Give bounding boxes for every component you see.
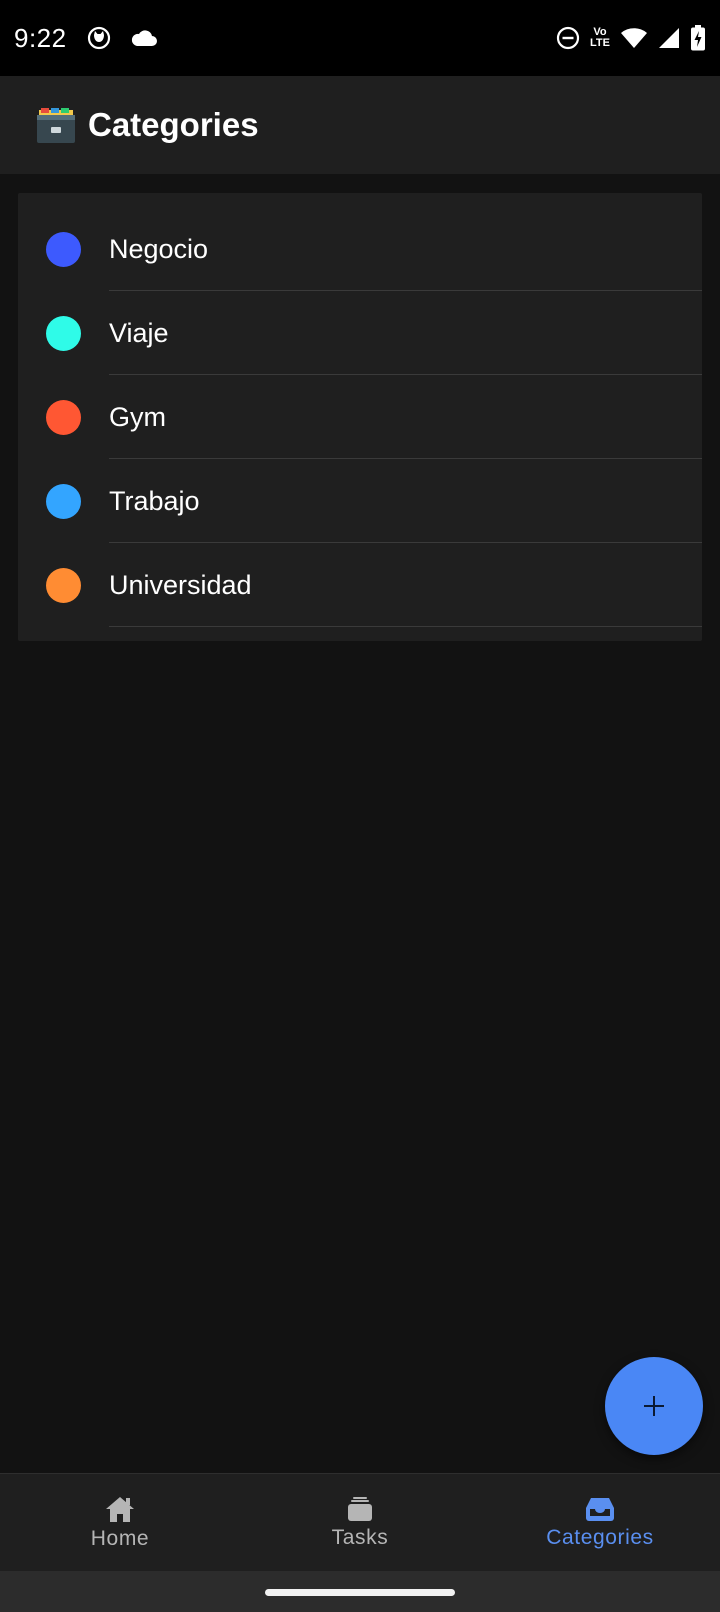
list-item-negocio[interactable]: Negocio — [18, 207, 702, 291]
category-color-dot — [46, 567, 81, 603]
list-item-trabajo[interactable]: Trabajo — [18, 459, 702, 543]
status-left: 9:22 — [14, 23, 157, 54]
category-label: Gym — [109, 401, 166, 432]
cloud-icon — [131, 29, 157, 47]
category-label: Trabajo — [109, 485, 200, 516]
nav-item-home[interactable]: Home — [0, 1474, 240, 1571]
category-color-dot — [46, 231, 81, 267]
card-file-box-icon — [36, 106, 76, 144]
category-label: Viaje — [109, 317, 169, 348]
plus-icon — [642, 1394, 666, 1418]
nav-label-categories: Categories — [546, 1525, 654, 1549]
nav-item-categories[interactable]: Categories — [480, 1474, 720, 1571]
volte-bottom-label: LTE — [590, 37, 610, 49]
stacked-layers-icon — [346, 1496, 374, 1522]
category-color-dot — [46, 483, 81, 519]
page-title: Categories — [88, 106, 259, 143]
list-item-universidad[interactable]: Universidad — [18, 543, 702, 627]
category-label: Universidad — [109, 569, 252, 600]
github-cat-icon — [87, 26, 111, 50]
system-navigation-area — [0, 1571, 720, 1612]
list-item-viaje[interactable]: Viaje — [18, 291, 702, 375]
volte-icon: Vo LTE — [590, 27, 610, 49]
battery-charging-icon — [690, 25, 706, 51]
status-right: Vo LTE — [556, 25, 706, 51]
nav-label-home: Home — [90, 1526, 150, 1550]
category-label: Negocio — [109, 233, 209, 264]
divider — [109, 626, 702, 627]
nav-item-tasks[interactable]: Tasks — [240, 1474, 480, 1571]
cellular-signal-icon — [658, 27, 680, 49]
status-bar: 9:22 Vo LTE — [0, 0, 720, 76]
category-color-dot — [46, 315, 81, 351]
status-time: 9:22 — [14, 22, 67, 53]
screen: 9:22 Vo LTE Categories Negocio Viaje Gym… — [0, 0, 720, 1612]
wifi-icon — [620, 27, 648, 49]
category-color-dot — [46, 399, 81, 435]
inbox-tray-icon — [585, 1496, 615, 1522]
home-gesture-handle[interactable] — [265, 1589, 455, 1596]
categories-list: Negocio Viaje Gym Trabajo Universidad — [18, 193, 702, 641]
nav-label-tasks: Tasks — [331, 1525, 389, 1549]
list-item-gym[interactable]: Gym — [18, 375, 702, 459]
app-bar: Categories — [0, 76, 720, 174]
do-not-disturb-icon — [556, 26, 580, 50]
bottom-navigation: Home Tasks Categories — [0, 1473, 720, 1571]
home-icon — [104, 1495, 136, 1523]
add-category-button[interactable] — [605, 1357, 703, 1455]
